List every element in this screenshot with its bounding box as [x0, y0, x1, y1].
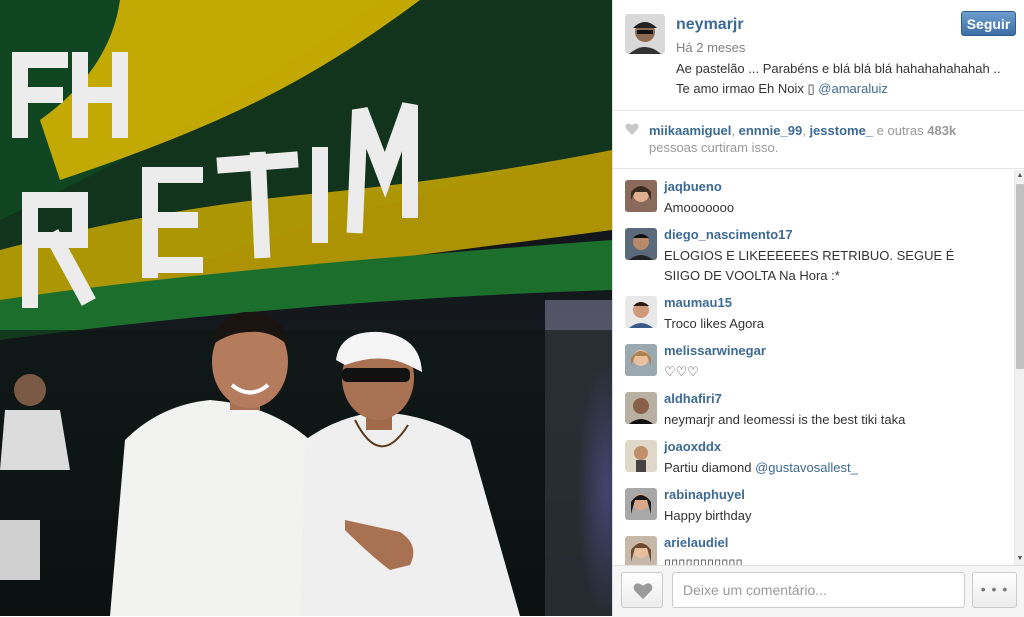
avatar[interactable]: [625, 180, 657, 212]
comment-username[interactable]: rabinaphuyel: [664, 487, 745, 502]
triangle-up-icon[interactable]: ▲: [1015, 170, 1024, 182]
liker-link-2[interactable]: ennnie_99: [739, 123, 803, 138]
avatar-image: [625, 180, 657, 212]
comment-username[interactable]: jaqbueno: [664, 179, 722, 194]
comment-text: Partiu diamond @gustavosallest_: [664, 458, 994, 478]
ellipsis-icon[interactable]: • • •: [972, 572, 1017, 608]
comment-text: Amooooooo: [664, 200, 735, 215]
likes-others-prefix: e outras: [873, 123, 928, 138]
comment-username[interactable]: diego_nascimento17: [664, 227, 793, 242]
post-details-panel: neymarjr Há 2 meses Ae pastelão ... Para…: [612, 0, 1024, 617]
comment-footer: • • •: [613, 565, 1024, 617]
likes-separator-1: ,: [731, 123, 739, 138]
heart-icon: [625, 123, 639, 135]
caption-mention-link[interactable]: @amaraluiz: [818, 81, 888, 96]
post-username[interactable]: neymarjr: [676, 16, 744, 34]
likes-suffix: pessoas curtiram isso.: [649, 140, 779, 155]
avatar[interactable]: [625, 296, 657, 328]
comment-mention-link[interactable]: @gustavosallest_: [755, 460, 858, 475]
comment-username[interactable]: aldhafiri7: [664, 391, 722, 406]
follow-button[interactable]: Seguir: [961, 11, 1016, 36]
comment-username[interactable]: melissarwinegar: [664, 343, 766, 358]
likes-count[interactable]: 483k: [927, 123, 956, 138]
caption-line-2: Te amo irmao Eh Noix: [676, 81, 808, 96]
comment-input[interactable]: [672, 572, 965, 608]
avatar-image: [625, 392, 657, 424]
likes-text: miikaamiguel, ennnie_99, jesstome_ e out…: [649, 122, 1009, 156]
comment-username[interactable]: joaoxddx: [664, 439, 721, 454]
caption-line-1: Ae pastelão ... Parabéns e blá blá blá h…: [676, 61, 1001, 76]
triangle-down-icon[interactable]: ▼: [1015, 553, 1024, 565]
comment-text: ELOGIOS E LIKEEEEEES RETRIBUO. SEGUE É S…: [664, 248, 955, 283]
avatar-image: [625, 344, 657, 376]
liker-link-1[interactable]: miikaamiguel: [649, 123, 731, 138]
comment-text: neymarjr and leomessi is the best tiki t…: [664, 412, 906, 427]
comments-list[interactable]: jaqbueno Amooooooo diego_nascimento17 EL…: [613, 170, 1012, 565]
avatar[interactable]: [625, 344, 657, 376]
caption-emoji: ▯: [807, 81, 815, 96]
comment-text: ▯▯▯▯▯▯▯▯▯▯▯: [664, 556, 743, 565]
comment-text: Troco likes Agora: [664, 316, 764, 331]
likes-summary: miikaamiguel, ennnie_99, jesstome_ e out…: [613, 110, 1024, 169]
avatar-image: [625, 228, 657, 260]
like-button[interactable]: [621, 572, 663, 608]
avatar[interactable]: [625, 14, 665, 54]
comment-text: Happy birthday: [664, 508, 752, 523]
scrollbar-thumb[interactable]: [1016, 184, 1024, 369]
avatar-image: [625, 296, 657, 328]
avatar-image: [625, 536, 657, 565]
avatar[interactable]: [625, 228, 657, 260]
avatar-image: [625, 14, 665, 54]
avatar[interactable]: [625, 440, 657, 472]
liker-link-3[interactable]: jesstome_: [809, 123, 873, 138]
post-timestamp: Há 2 meses: [676, 40, 746, 55]
comment-text-body: Partiu diamond: [664, 460, 756, 475]
avatar[interactable]: [625, 392, 657, 424]
avatar-image: [625, 440, 657, 472]
party-photo-illustration: [0, 0, 612, 616]
comment-username[interactable]: arielaudiel: [664, 535, 728, 550]
comment-text: ♡♡♡: [664, 364, 699, 379]
post-caption: Ae pastelão ... Parabéns e blá blá blá h…: [676, 59, 1016, 99]
avatar[interactable]: [625, 488, 657, 520]
post-photo[interactable]: [0, 0, 612, 616]
avatar-image: [625, 488, 657, 520]
heart-icon: [633, 583, 653, 599]
post-header: neymarjr Há 2 meses Ae pastelão ... Para…: [613, 0, 1024, 111]
comment-username[interactable]: maumau15: [664, 295, 732, 310]
comments-scrollbar[interactable]: ▲ ▼: [1014, 170, 1024, 565]
avatar[interactable]: [625, 536, 657, 565]
